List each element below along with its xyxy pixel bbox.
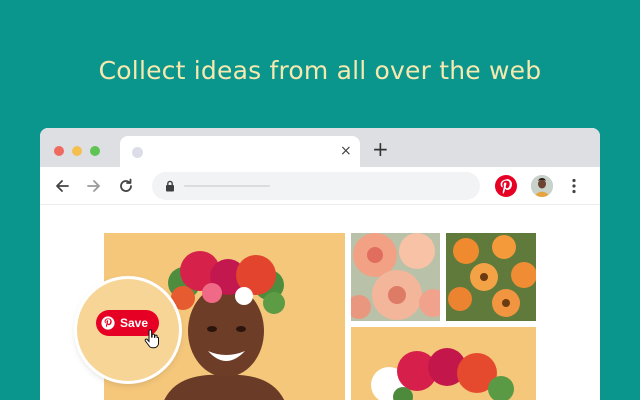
address-bar[interactable] <box>152 172 480 200</box>
hand-cursor-icon <box>144 329 159 349</box>
kebab-menu-icon <box>572 178 576 194</box>
browser-toolbar <box>40 167 600 205</box>
arrow-left-icon <box>56 180 69 192</box>
tab-strip: × + <box>40 128 600 167</box>
dahlia-image <box>351 233 440 321</box>
pinterest-logo-icon <box>500 179 512 194</box>
minimize-window-button[interactable] <box>72 146 82 156</box>
orange-flowers-photo[interactable] <box>446 233 536 321</box>
browser-tab[interactable]: × <box>120 136 360 167</box>
flower-crown-image <box>351 327 536 400</box>
avatar-image <box>531 175 553 197</box>
url-placeholder <box>184 185 270 187</box>
browser-menu-button[interactable] <box>566 177 582 195</box>
save-button-label: Save <box>120 316 149 330</box>
headline: Collect ideas from all over the web <box>98 56 542 85</box>
profile-avatar[interactable] <box>531 175 553 197</box>
forward-button[interactable] <box>84 176 104 196</box>
reload-icon <box>120 178 132 192</box>
arrow-right-icon <box>87 180 100 192</box>
flower-crown-photo[interactable] <box>351 327 536 400</box>
tab-close-button[interactable]: × <box>340 142 352 160</box>
orange-flowers-image <box>446 233 536 321</box>
close-window-button[interactable] <box>54 146 64 156</box>
back-button[interactable] <box>52 176 72 196</box>
page-content: Save <box>40 205 600 400</box>
maximize-window-button[interactable] <box>90 146 100 156</box>
dahlia-photo[interactable] <box>351 233 440 321</box>
tab-favicon-icon <box>132 147 143 158</box>
new-tab-button[interactable]: + <box>372 139 389 159</box>
pinterest-logo-icon <box>101 316 115 330</box>
reload-button[interactable] <box>116 176 136 196</box>
pinterest-extension-button[interactable] <box>495 175 517 197</box>
lock-icon <box>166 180 174 192</box>
browser-window: × + Save <box>40 128 600 400</box>
